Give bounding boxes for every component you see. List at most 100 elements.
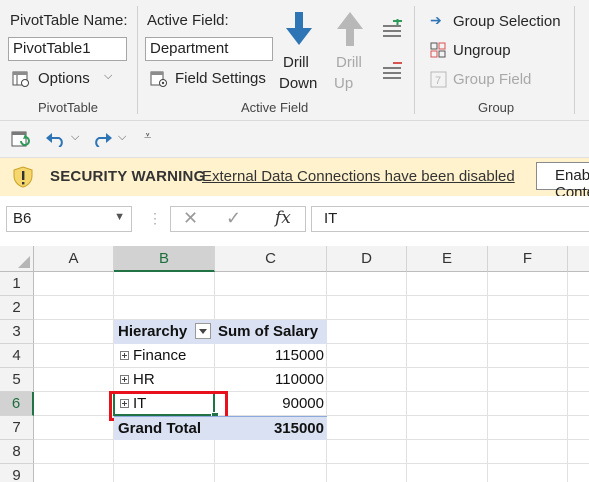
- collapse-field-icon[interactable]: [381, 61, 403, 81]
- column-header-f[interactable]: F: [488, 246, 568, 272]
- grand-total-label-cell[interactable]: Grand Total: [114, 416, 215, 440]
- pivot-row-label-finance[interactable]: Finance: [120, 344, 214, 368]
- pivot-value-cell[interactable]: 90000: [215, 392, 324, 416]
- row-header-9[interactable]: 9: [0, 464, 34, 482]
- field-settings-button[interactable]: Field Settings: [150, 68, 270, 90]
- group-selection-arrow-icon: ➔: [430, 12, 442, 28]
- name-box-dropdown-icon[interactable]: ▼: [114, 211, 125, 223]
- insert-function-icon[interactable]: fx: [275, 208, 291, 228]
- pivot-value-cell[interactable]: 110000: [215, 368, 324, 392]
- enter-check-icon[interactable]: ✓: [226, 208, 241, 229]
- group-selection-label: Group Selection: [453, 13, 561, 30]
- cancel-icon[interactable]: ✕: [183, 208, 198, 229]
- ribbon: PivotTable Name: PivotTable1 Options ⌵ P…: [0, 0, 589, 121]
- field-settings-icon: [150, 71, 167, 87]
- customize-toolbar-icon[interactable]: ⩡: [144, 128, 151, 144]
- row-header-3[interactable]: 3: [0, 320, 34, 344]
- grand-total-value-cell[interactable]: 315000: [215, 416, 327, 440]
- gridline: [34, 295, 589, 296]
- refresh-pivot-icon[interactable]: [10, 130, 30, 150]
- filter-dropdown-button[interactable]: [195, 323, 211, 339]
- drill-up-button[interactable]: Drill Up: [330, 12, 370, 94]
- pivot-row-label: Finance: [133, 347, 187, 364]
- gridline: [113, 272, 114, 482]
- security-warning-bar: SECURITY WARNING External Data Connectio…: [0, 158, 589, 201]
- active-field-label: Active Field:: [147, 12, 229, 29]
- group-field-icon: 7: [430, 71, 447, 88]
- formula-bar-grip-icon[interactable]: ⋮: [148, 210, 162, 227]
- drill-down-label-line2: Down: [279, 75, 318, 92]
- redo-dropdown-icon[interactable]: ⌵: [118, 131, 126, 144]
- column-header-a[interactable]: A: [34, 246, 114, 272]
- active-field-input[interactable]: Department: [145, 37, 273, 61]
- security-warning-message-link[interactable]: External Data Connections have been disa…: [202, 168, 515, 185]
- group-label-group: Group: [478, 100, 515, 115]
- pivottable-name-input[interactable]: PivotTable1: [8, 37, 127, 61]
- select-all-corner[interactable]: [0, 246, 34, 272]
- drill-down-button[interactable]: Drill Down: [278, 12, 320, 94]
- pivottable-name-label: PivotTable Name:: [10, 12, 128, 29]
- drill-up-label-line1: Drill: [336, 54, 362, 71]
- group-field-label: Group Field: [453, 71, 532, 88]
- row-header-8[interactable]: 8: [0, 440, 34, 464]
- row-header-6[interactable]: 6: [0, 392, 34, 416]
- column-header-c[interactable]: C: [215, 246, 327, 272]
- column-header-b[interactable]: B: [114, 246, 215, 272]
- drill-up-label-line2: Up: [334, 75, 354, 92]
- options-icon: [12, 71, 29, 87]
- row-header-2[interactable]: 2: [0, 296, 34, 320]
- group-label-active-field: Active Field: [241, 100, 309, 115]
- group-divider: [414, 6, 415, 114]
- pivot-value-cell[interactable]: 115000: [215, 344, 324, 368]
- row-header-1[interactable]: 1: [0, 272, 34, 296]
- name-box-value: B6: [13, 210, 32, 227]
- drill-up-arrow-icon: [337, 12, 363, 46]
- group-field-button[interactable]: 7 Group Field: [430, 69, 550, 91]
- undo-icon[interactable]: [46, 131, 66, 147]
- column-header-g[interactable]: [568, 246, 589, 272]
- pivot-row-header-cell[interactable]: Hierarchy: [114, 320, 215, 344]
- pivot-row-header-label: Hierarchy: [118, 323, 188, 340]
- row-header-7[interactable]: 7: [0, 416, 34, 440]
- group-label-pivottable: PivotTable: [38, 100, 98, 115]
- name-box[interactable]: B6 ▼: [6, 206, 132, 232]
- row-header-4[interactable]: 4: [0, 344, 34, 368]
- expand-plus-icon[interactable]: [120, 351, 129, 360]
- dropdown-arrow-icon: [199, 329, 207, 334]
- options-button[interactable]: Options ⌵: [12, 68, 122, 90]
- quick-access-toolbar: ⌵ ⌵ ⩡: [0, 121, 589, 158]
- column-header-d[interactable]: D: [327, 246, 407, 272]
- pivot-value-header-cell[interactable]: Sum of Salary: [215, 320, 327, 344]
- svg-text:7: 7: [435, 75, 441, 87]
- pivot-row-label: HR: [133, 371, 155, 388]
- column-header-e[interactable]: E: [407, 246, 488, 272]
- drill-down-arrow-icon: [286, 12, 312, 45]
- spreadsheet-grid: A B C D E F 1 2 3 4 5 6 7 8 9 Hierarchy …: [0, 246, 589, 482]
- ungroup-button[interactable]: Ungroup: [430, 40, 550, 62]
- options-label: Options: [38, 70, 90, 87]
- shield-warning-icon: [13, 166, 33, 188]
- ungroup-icon: [430, 42, 446, 58]
- pivot-row-label-hr[interactable]: HR: [120, 368, 214, 392]
- gridline: [34, 463, 589, 464]
- formula-buttons: ✕ ✓ fx: [170, 206, 306, 232]
- group-divider: [574, 6, 575, 114]
- row-header-5[interactable]: 5: [0, 368, 34, 392]
- formula-bar: B6 ▼ ⋮ ✕ ✓ fx IT: [0, 196, 589, 247]
- gridline: [326, 272, 327, 482]
- expand-field-icon[interactable]: [381, 19, 403, 39]
- field-settings-label: Field Settings: [175, 70, 266, 87]
- redo-icon[interactable]: [92, 131, 112, 147]
- group-selection-button[interactable]: ➔ Group Selection: [430, 11, 580, 33]
- security-warning-title: SECURITY WARNING: [50, 168, 206, 185]
- enable-content-button[interactable]: Enable Content: [536, 162, 589, 201]
- formula-input[interactable]: IT: [311, 206, 589, 232]
- drill-down-label-line1: Drill: [283, 54, 309, 71]
- undo-dropdown-icon[interactable]: ⌵: [71, 131, 79, 144]
- gridline: [567, 272, 568, 482]
- gridline: [487, 272, 488, 482]
- ungroup-label: Ungroup: [453, 42, 511, 59]
- group-divider: [137, 6, 138, 114]
- expand-plus-icon[interactable]: [120, 375, 129, 384]
- gridline: [406, 272, 407, 482]
